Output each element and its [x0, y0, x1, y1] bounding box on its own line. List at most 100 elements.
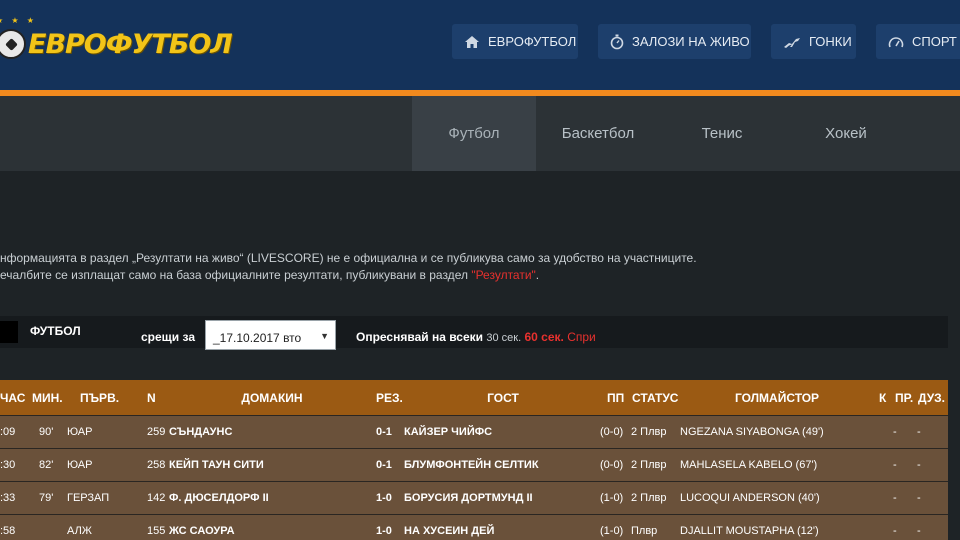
row-cards: -: [893, 459, 897, 471]
row-score: 0-1: [376, 459, 392, 471]
nav-label: ГОНКИ: [809, 34, 852, 49]
row-number: 142: [147, 492, 166, 504]
notice-line-2: ечалбите се изплащат само на база официа…: [0, 267, 697, 284]
site-logo[interactable]: ★ ★ ★ ЕВРОФУТБОЛ: [0, 16, 233, 66]
notice-line-2-end: .: [535, 268, 540, 282]
row-away-team: НА ХУСЕИН ДЕЙ: [404, 525, 495, 537]
table-row[interactable]: :09 90' ЮАР 259 СЪНДАУНС 0-1 КАЙЗЕР ЧИЙФ…: [0, 415, 948, 448]
soccer-ball-icon: [0, 29, 26, 59]
col-league: ПЪРВ.: [80, 390, 120, 405]
row-cards: -: [893, 525, 897, 537]
nav-label: СПОРТ М: [912, 34, 960, 49]
logo-text: ЕВРОФУТБОЛ: [28, 28, 233, 60]
row-home-team: ЖС САОУРА: [169, 525, 235, 537]
row-number: 258: [147, 459, 166, 471]
row-score: 0-1: [376, 426, 392, 438]
tab-hockey[interactable]: Хокей: [784, 96, 908, 171]
row-status: 2 Плвр: [631, 426, 667, 438]
results-link[interactable]: "Резултати": [471, 268, 535, 282]
row-home-team: КЕЙП ТАУН СИТИ: [169, 459, 264, 471]
col-penalty: ПР.: [895, 390, 914, 405]
row-scorer: LUCOQUI ANDERSON (40'): [680, 492, 820, 504]
row-minute: 90': [39, 426, 54, 438]
date-select-value: _17.10.2017 вто: [213, 331, 302, 345]
top-header: ★ ★ ★ ЕВРОФУТБОЛ ЕВРОФУТБОЛ ЗАЛОЗИ НА ЖИ…: [0, 0, 960, 90]
tab-label: Футбол: [448, 125, 500, 142]
row-cards: -: [893, 426, 897, 438]
col-time: ЧАС: [0, 390, 26, 405]
row-number: 259: [147, 426, 166, 438]
logo-stars: ★ ★ ★: [0, 16, 37, 25]
col-home: ДОМАКИН: [241, 390, 303, 405]
tab-basketball[interactable]: Баскетбол: [536, 96, 660, 171]
speedometer-icon: [888, 33, 904, 51]
nav-sport-button[interactable]: СПОРТ М: [876, 24, 960, 59]
row-halftime: (1-0): [600, 525, 624, 537]
sport-color-swatch: [0, 321, 18, 343]
row-scorer: NGEZANA SIYABONGA (49'): [680, 426, 824, 438]
row-away-team: БЛУМФОНТЕЙН СЕЛТИК: [404, 459, 539, 471]
row-home-team: СЪНДАУНС: [169, 426, 233, 438]
col-status: СТАТУС: [632, 390, 679, 405]
livescore-table: ЧАС МИН. ПЪРВ. N ДОМАКИН РЕЗ. ГОСТ ПП СТ…: [0, 380, 948, 540]
row-league: ГЕРЗАП: [67, 492, 110, 504]
refresh-controls: Опреснявай на всеки 30 сек. 60 сек. Спри: [356, 330, 596, 344]
row-penalty: -: [917, 459, 921, 471]
refresh-30s-option[interactable]: 30 сек.: [486, 332, 521, 344]
row-status: 2 Плвр: [631, 492, 667, 504]
home-icon: [464, 33, 480, 51]
row-penalty: -: [917, 426, 921, 438]
date-label: срещи за: [141, 330, 195, 344]
row-time: :58: [0, 525, 16, 537]
row-halftime: (1-0): [600, 492, 624, 504]
table-header: ЧАС МИН. ПЪРВ. N ДОМАКИН РЕЗ. ГОСТ ПП СТ…: [0, 380, 948, 415]
row-cards: -: [893, 492, 897, 504]
row-status: 2 Плвр: [631, 459, 667, 471]
notice-line-2-text: ечалбите се изплащат само на база официа…: [0, 268, 472, 282]
date-select[interactable]: _17.10.2017 вто ▼: [205, 320, 336, 350]
running-dog-icon: [783, 33, 801, 51]
col-dues: ДУЗ.: [918, 390, 946, 405]
row-number: 155: [147, 525, 166, 537]
nav-races-button[interactable]: ГОНКИ: [771, 24, 856, 59]
row-score: 1-0: [376, 492, 392, 504]
row-time: :33: [0, 492, 16, 504]
row-league: АЛЖ: [67, 525, 92, 537]
nav-label: ЗАЛОЗИ НА ЖИВО: [632, 34, 750, 49]
tab-label: Тенис: [701, 125, 743, 142]
tab-tennis[interactable]: Тенис: [660, 96, 784, 171]
row-minute: [39, 515, 69, 540]
row-minute: 82': [39, 459, 54, 471]
col-cards: К: [879, 390, 887, 405]
table-row[interactable]: :58 АЛЖ 155 ЖС САОУРА 1-0 НА ХУСЕИН ДЕЙ …: [0, 514, 948, 540]
col-minute: МИН.: [32, 390, 63, 405]
livescore-notice: нформацията в раздел „Резултати на живо“…: [0, 250, 697, 284]
col-halftime: ПП: [607, 390, 625, 405]
row-scorer: DJALLIT MOUSTAPHA (12'): [680, 525, 819, 537]
row-minute: 79': [39, 492, 54, 504]
row-halftime: (0-0): [600, 426, 624, 438]
filter-bar: ФУТБОЛ срещи за _17.10.2017 вто ▼ Опресн…: [0, 316, 948, 350]
col-number: N: [147, 390, 156, 405]
row-home-team: Ф. ДЮСЕЛДОРФ II: [169, 492, 269, 504]
stop-refresh-link[interactable]: Спри: [567, 330, 596, 344]
row-halftime: (0-0): [600, 459, 624, 471]
filter-sport-label: ФУТБОЛ: [30, 324, 81, 338]
sport-tab-bar: Футбол Баскетбол Тенис Хокей: [0, 96, 960, 171]
row-away-team: КАЙЗЕР ЧИЙФС: [404, 426, 493, 438]
row-league: ЮАР: [67, 426, 93, 438]
col-away: ГОСТ: [487, 390, 519, 405]
row-scorer: MAHLASELA KABELO (67'): [680, 459, 818, 471]
col-score: РЕЗ.: [376, 390, 403, 405]
table-row[interactable]: :30 82' ЮАР 258 КЕЙП ТАУН СИТИ 0-1 БЛУМФ…: [0, 448, 948, 481]
nav-label: ЕВРОФУТБОЛ: [488, 34, 577, 49]
dropdown-arrow-icon: ▼: [320, 331, 329, 341]
row-league: ЮАР: [67, 459, 93, 471]
notice-line-1: нформацията в раздел „Резултати на живо“…: [0, 251, 697, 265]
tab-football[interactable]: Футбол: [412, 96, 536, 171]
row-away-team: БОРУСИЯ ДОРТМУНД II: [404, 492, 533, 504]
nav-evrofutbol-button[interactable]: ЕВРОФУТБОЛ: [452, 24, 578, 59]
table-row[interactable]: :33 79' ГЕРЗАП 142 Ф. ДЮСЕЛДОРФ II 1-0 Б…: [0, 481, 948, 514]
refresh-60s-option[interactable]: 60 сек.: [525, 330, 564, 344]
nav-live-bets-button[interactable]: ЗАЛОЗИ НА ЖИВО: [598, 24, 751, 59]
